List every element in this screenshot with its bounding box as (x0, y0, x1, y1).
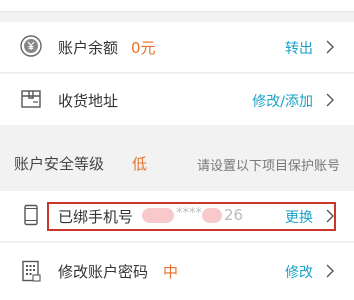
package-box-icon (20, 88, 42, 110)
security-hint: 请设置以下项目保护账号 (196, 159, 340, 174)
address-row[interactable]: 收货地址 修改/添加 (0, 74, 354, 125)
phone-highlight-box (47, 202, 336, 231)
chevron-right-icon (324, 91, 336, 109)
chevron-right-icon (324, 38, 336, 56)
security-level-row: 账户安全等级 低 请设置以下项目保护账号 (0, 138, 354, 188)
edit-add-address-link[interactable]: 修改/添加 (252, 91, 313, 111)
balance-value: 0元 (131, 39, 156, 57)
keypad-lock-icon (20, 260, 42, 282)
security-level-label: 账户安全等级 (14, 155, 105, 173)
mobile-phone-icon (20, 204, 42, 226)
balance-label: 账户余额 (58, 39, 119, 57)
address-label: 收货地址 (58, 92, 119, 110)
security-level-value: 低 (132, 155, 148, 173)
chevron-right-icon (324, 262, 336, 280)
change-password-link[interactable]: 修改 (285, 262, 313, 282)
transfer-out-link[interactable]: 转出 (285, 38, 313, 58)
balance-row[interactable]: 账户余额 0元 转出 (0, 22, 354, 73)
change-password-row[interactable]: 修改账户密码 中 修改 (0, 243, 354, 300)
top-strip (0, 0, 354, 12)
yen-coin-icon (20, 35, 42, 57)
password-strength: 中 (163, 263, 179, 281)
change-password-label: 修改账户密码 (58, 263, 149, 281)
